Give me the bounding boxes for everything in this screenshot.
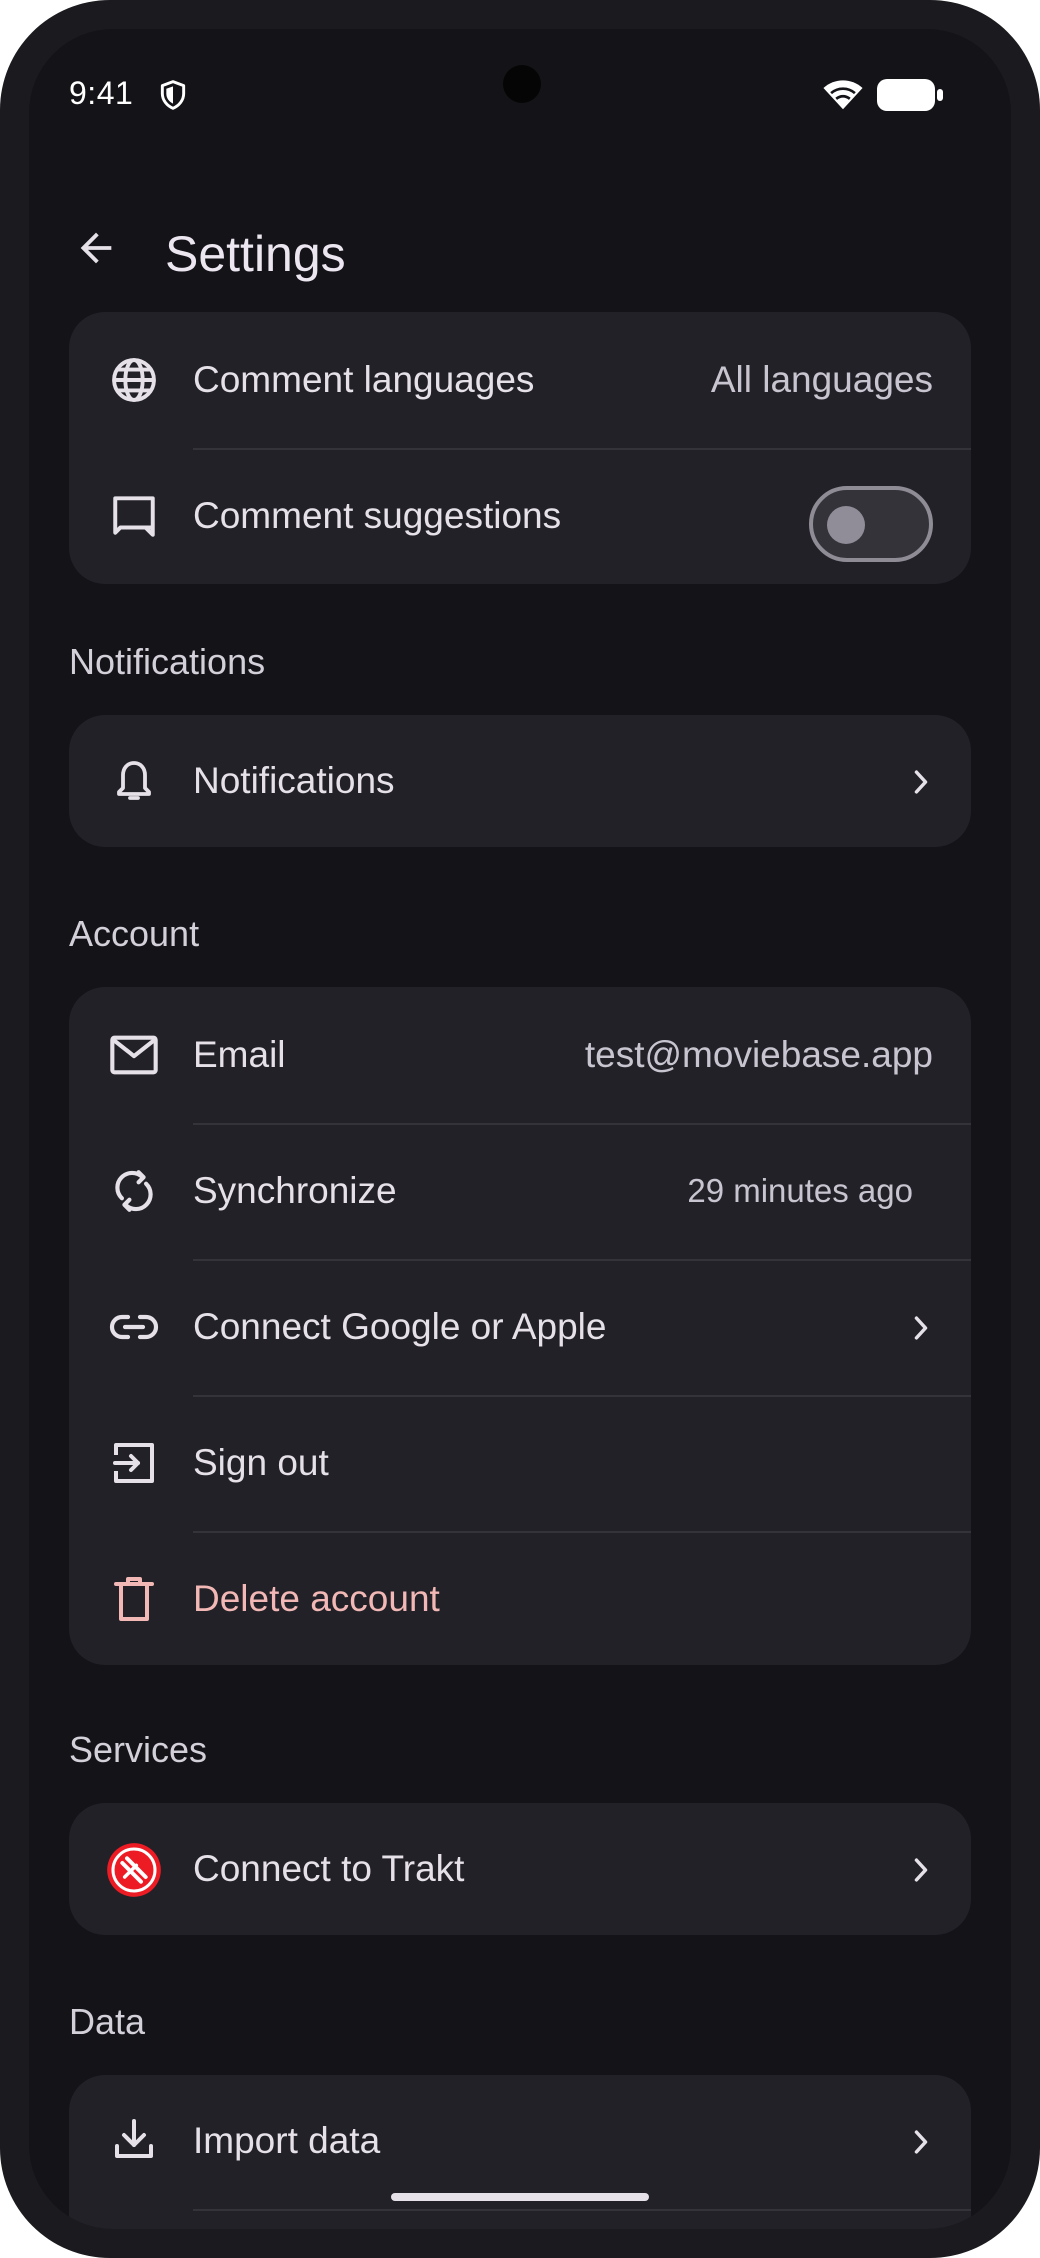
trash-icon: [114, 1577, 154, 1621]
top-app-bar: Settings: [29, 199, 1011, 299]
comment-suggestions-label: Comment suggestions: [193, 495, 562, 536]
comment-suggestions-toggle[interactable]: [809, 486, 933, 562]
home-indicator[interactable]: [391, 2193, 649, 2201]
camera-cutout: [503, 65, 541, 103]
notifications-card: Notifications: [69, 715, 971, 847]
email-value: test@moviebase.app: [584, 1034, 933, 1075]
chevron-right-icon: [914, 1316, 928, 1340]
globe-icon: [112, 358, 156, 402]
status-time: 9:41: [69, 75, 134, 111]
notifications-row[interactable]: Notifications: [69, 715, 971, 847]
arrow-back-icon: [80, 232, 112, 264]
screen: 9:41 Settings Comment languages All lang…: [29, 29, 1011, 2229]
chevron-right-icon: [914, 770, 928, 794]
delete-account-row[interactable]: Delete account: [69, 1531, 971, 1665]
shield-icon: [160, 80, 186, 110]
mail-icon: [110, 1035, 158, 1075]
delete-account-label: Delete account: [193, 1578, 440, 1619]
download-icon: [115, 2119, 153, 2158]
data-card: Import data: [69, 2075, 971, 2229]
section-header-services: Services: [69, 1729, 208, 1770]
divider: [193, 2209, 971, 2211]
battery-icon: [877, 79, 943, 111]
comment-languages-label: Comment languages: [193, 359, 535, 400]
synchronize-row[interactable]: Synchronize 29 minutes ago: [69, 1123, 971, 1259]
page-title: Settings: [165, 226, 346, 282]
synchronize-label: Synchronize: [193, 1170, 397, 1211]
back-button[interactable]: [63, 215, 129, 281]
chevron-right-icon: [914, 1858, 928, 1882]
comment-icon: [113, 496, 155, 537]
connect-trakt-label: Connect to Trakt: [193, 1848, 465, 1889]
comments-card: Comment languages All languages Comment …: [69, 312, 971, 584]
sign-out-label: Sign out: [193, 1442, 329, 1483]
chevron-right-icon: [914, 2130, 928, 2154]
email-label: Email: [193, 1034, 286, 1075]
trakt-logo-icon: [107, 1843, 161, 1897]
import-data-row[interactable]: Import data: [69, 2075, 971, 2207]
device-frame: 9:41 Settings Comment languages All lang…: [0, 0, 1040, 2258]
comment-languages-value: All languages: [710, 359, 933, 400]
section-header-account: Account: [69, 913, 200, 954]
synchronize-value: 29 minutes ago: [687, 1172, 913, 1209]
notifications-label: Notifications: [193, 760, 395, 801]
comment-suggestions-row[interactable]: Comment suggestions: [69, 448, 971, 584]
connect-google-apple-row[interactable]: Connect Google or Apple: [69, 1259, 971, 1395]
toggle-knob: [827, 506, 865, 544]
sync-icon: [115, 1170, 153, 1212]
services-card: Connect to Trakt: [69, 1803, 971, 1935]
bell-icon: [117, 761, 151, 800]
status-bar: 9:41: [29, 29, 1011, 159]
connect-trakt-row[interactable]: Connect to Trakt: [69, 1803, 971, 1935]
wifi-icon: [823, 80, 863, 110]
account-card: Email test@moviebase.app Synchronize 29 …: [69, 987, 971, 1665]
section-header-data: Data: [69, 2001, 146, 2042]
logout-icon: [113, 1443, 154, 1483]
connect-google-apple-label: Connect Google or Apple: [193, 1306, 607, 1347]
comment-languages-row[interactable]: Comment languages All languages: [69, 312, 971, 448]
link-icon: [109, 1314, 159, 1340]
email-row[interactable]: Email test@moviebase.app: [69, 987, 971, 1123]
import-data-label: Import data: [193, 2120, 381, 2161]
sign-out-row[interactable]: Sign out: [69, 1395, 971, 1531]
section-header-notifications: Notifications: [69, 641, 266, 682]
